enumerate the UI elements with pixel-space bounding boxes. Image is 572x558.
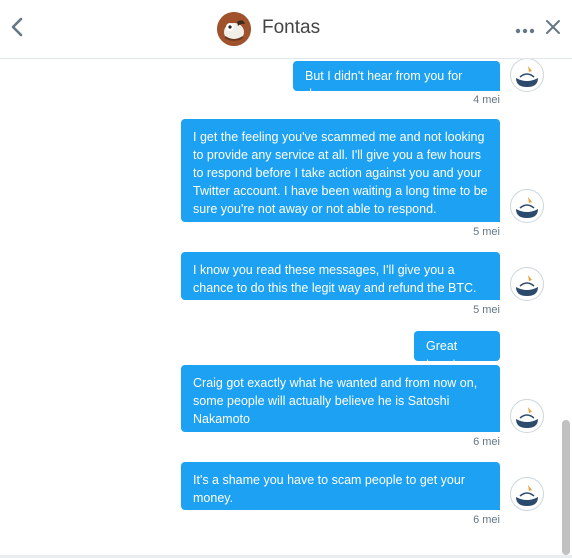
message-timestamp: 5 mei (473, 304, 500, 316)
close-icon (546, 20, 560, 34)
message-timestamp: 5 mei (473, 226, 500, 238)
avatar[interactable] (510, 399, 544, 433)
chevron-left-icon (11, 17, 23, 37)
more-options-button[interactable] (515, 19, 535, 40)
avatar[interactable] (510, 59, 544, 92)
page-title: Fontas (262, 17, 321, 38)
scrollbar[interactable] (562, 420, 570, 555)
message-timestamp: 6 mei (473, 436, 500, 448)
message-bubble: Great tweet (414, 331, 500, 371)
avatar[interactable] (217, 12, 251, 46)
message-thread[interactable]: But I didn't hear from you for days 4 me… (0, 59, 572, 558)
avatar[interactable] (510, 267, 544, 301)
more-horizontal-icon (515, 28, 535, 34)
conversation-header: Fontas (0, 0, 572, 59)
message-bubble: I get the feeling you've scammed me and … (181, 119, 500, 222)
avatar[interactable] (510, 189, 544, 223)
close-button[interactable] (545, 17, 561, 37)
message-bubble: Craig got exactly what he wanted and fro… (181, 365, 500, 432)
message-bubble: But I didn't hear from you for days (293, 61, 500, 101)
message-bubble: It's a shame you have to scam people to … (181, 462, 500, 510)
message-timestamp: 4 mei (473, 94, 500, 106)
message-bubble: I know you read these messages, I'll giv… (181, 252, 500, 300)
message-timestamp: 6 mei (473, 514, 500, 526)
avatar[interactable] (510, 477, 544, 511)
back-button[interactable] (10, 16, 26, 40)
